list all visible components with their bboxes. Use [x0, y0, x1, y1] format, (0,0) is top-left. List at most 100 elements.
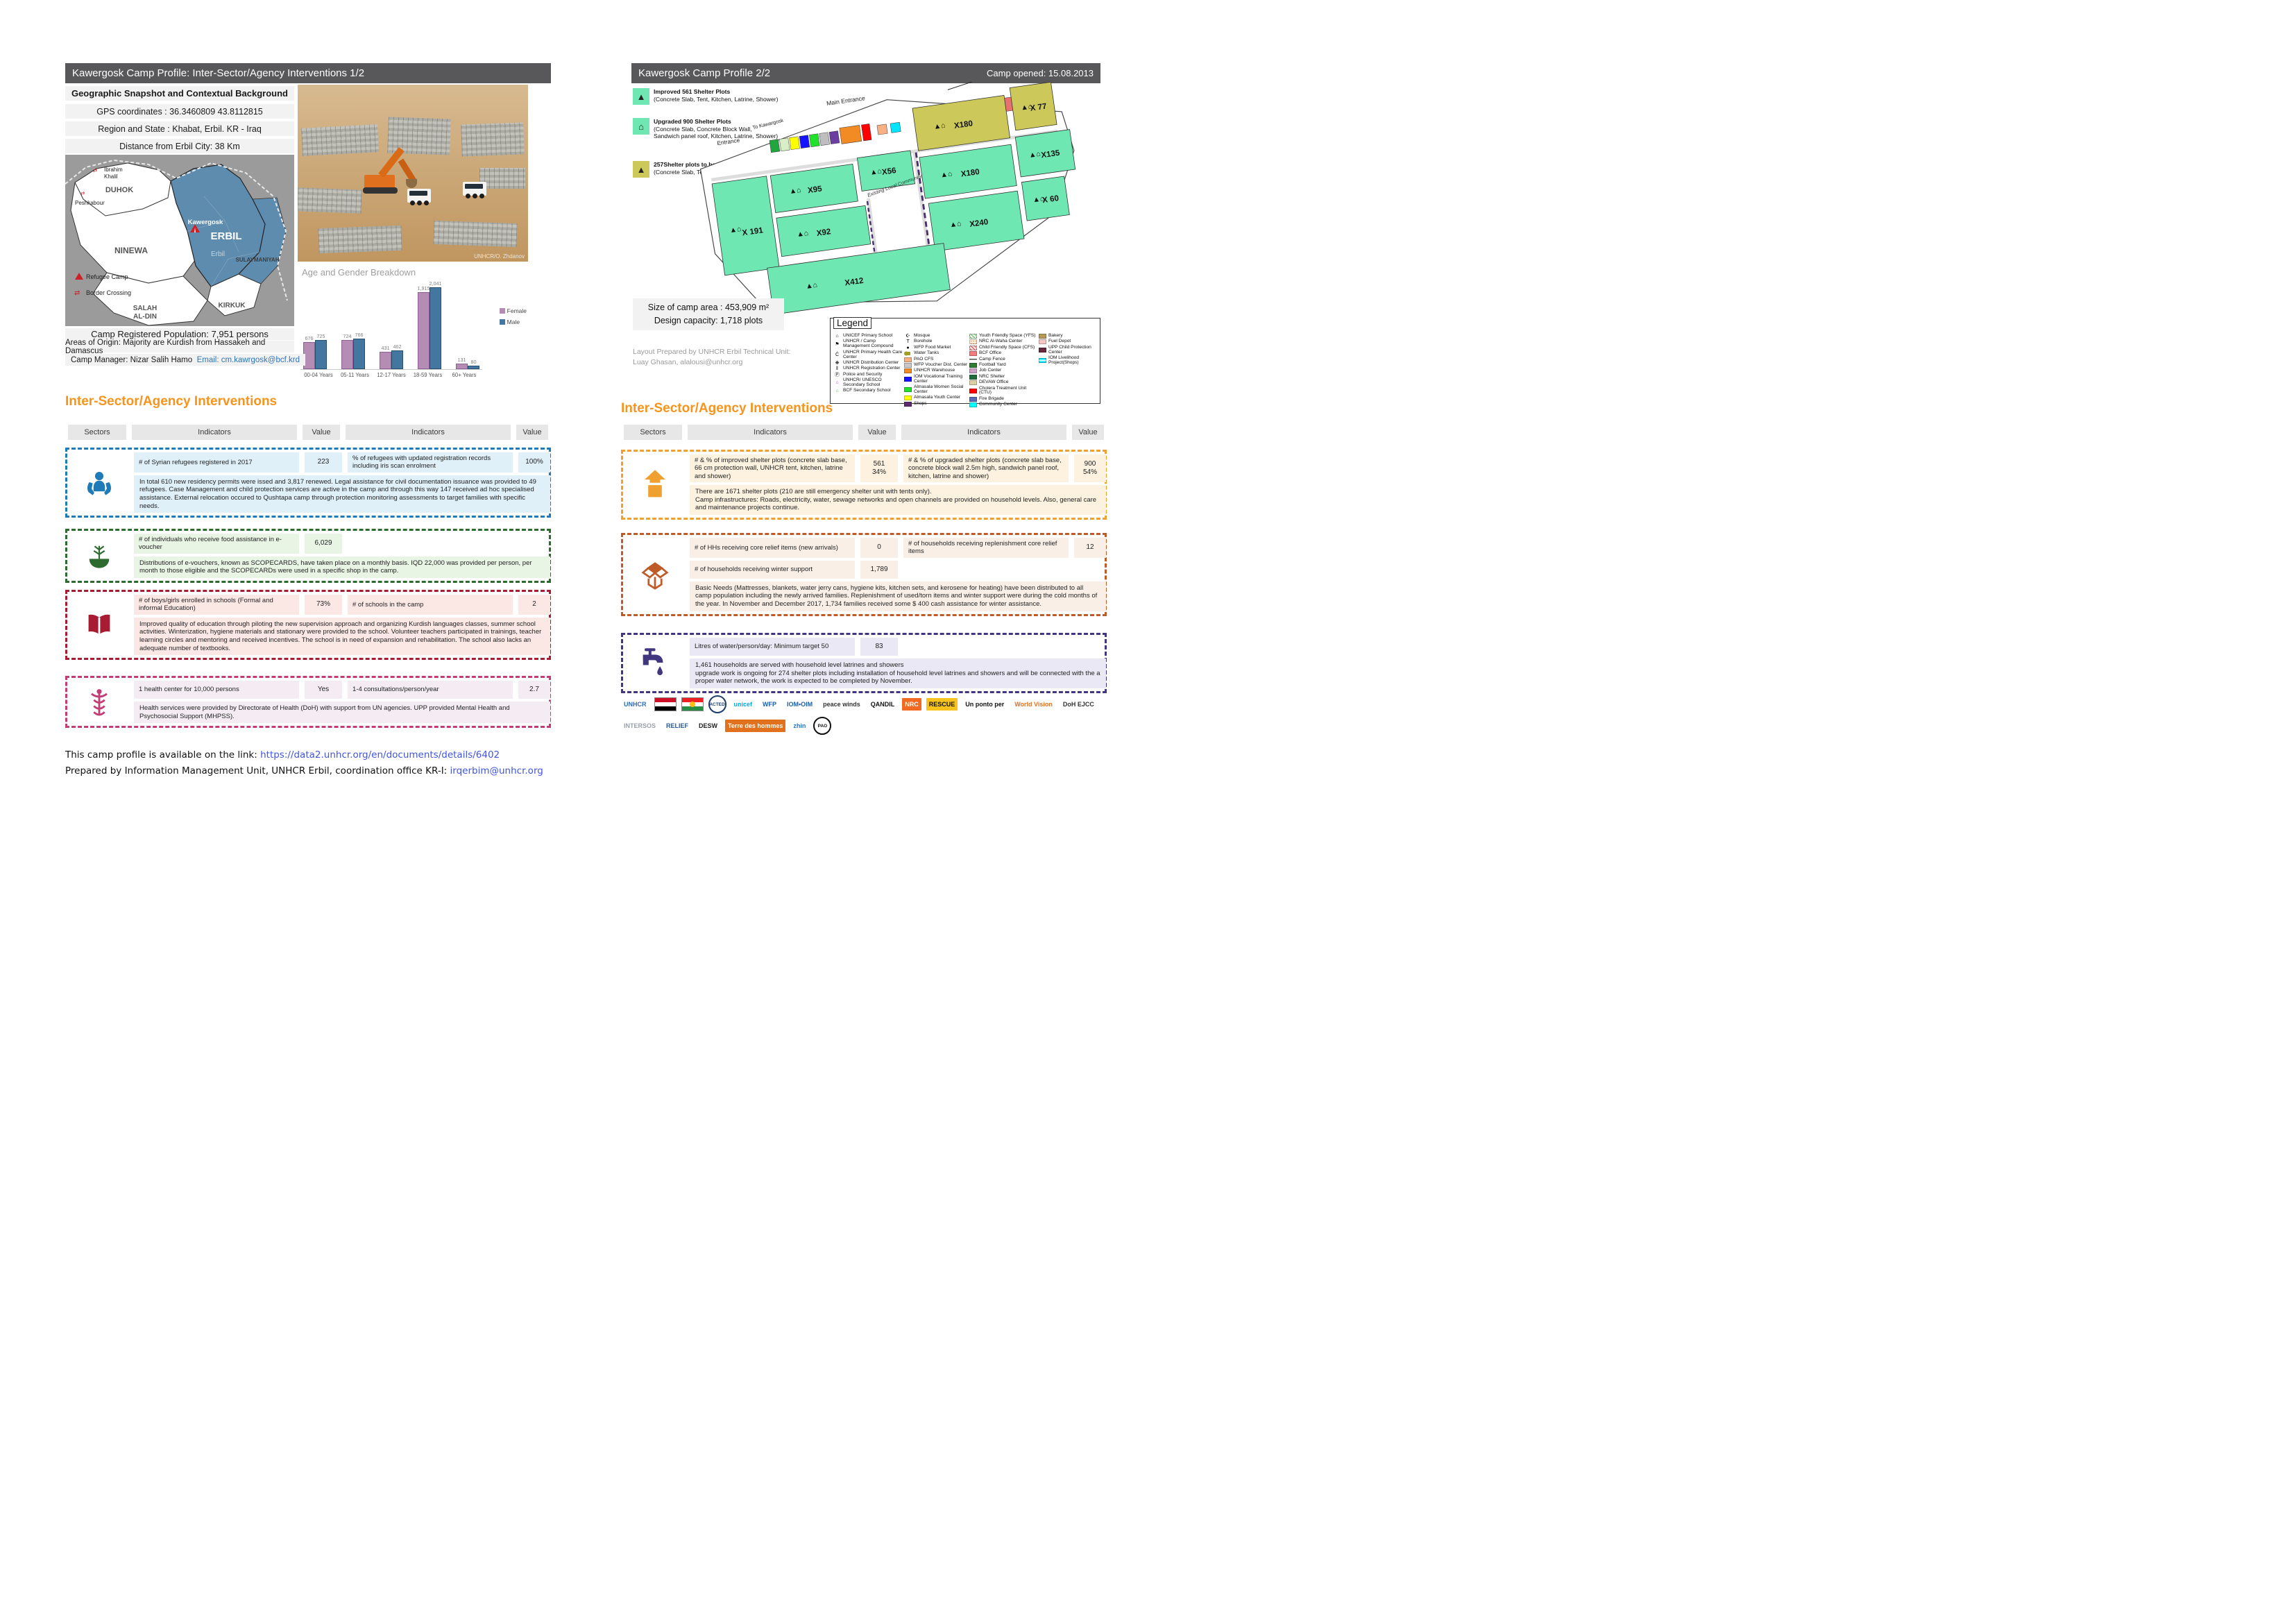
- kawergosk-label: Kawergosk: [188, 219, 223, 226]
- info-row: Distance from Erbil City: 38 Km: [65, 139, 294, 153]
- sulaymaniyah-label: SULAYMANIYAH: [236, 257, 280, 263]
- legend-item-label: UPP Child Protection Center: [1048, 346, 1100, 355]
- footer-email-link[interactable]: irqerbim@unhcr.org: [450, 765, 543, 776]
- indicator-cell: # of individuals who receive food assist…: [134, 534, 299, 554]
- bar-value-label: 676: [305, 335, 314, 341]
- legend-item: ⚑UNHCR / Camp Management Compound: [833, 339, 903, 349]
- category-label: 60+ Years: [449, 372, 479, 378]
- legend-item: ⓅPolice and Security: [833, 373, 903, 377]
- truck-1: [407, 189, 431, 203]
- bar-value-label: 725: [317, 333, 325, 339]
- indicator-cell: % of refugees with updated registration …: [348, 452, 513, 473]
- chart-legend: FemaleMale: [500, 307, 527, 330]
- block-icons: ▲⌂: [729, 225, 742, 235]
- bar-male: 725: [315, 340, 327, 369]
- block-icons: ▲⌂: [869, 167, 882, 177]
- legend-item-label: Fire Brigade: [979, 397, 1004, 402]
- sector-section-basic-needs: # of HHs receiving core relief items (ne…: [621, 533, 1107, 616]
- to-kawargosk-label: To Kawargosk: [752, 117, 785, 130]
- legend-glyph-icon: ⌂: [833, 380, 841, 385]
- kurdistan-flag: [681, 697, 704, 711]
- camp-opened-label: Camp opened: 15.08.2013: [987, 68, 1094, 78]
- legend-item: ⌂UNHCR/ UNESCO Secondary School: [833, 378, 903, 388]
- iraq-flag: [654, 697, 677, 711]
- border-crossing-icon-2: ⇄: [80, 190, 85, 196]
- legend-item: Fuel Depot: [1039, 339, 1100, 344]
- legend-color-swatch: [904, 363, 912, 368]
- bar-group: 676725: [303, 340, 327, 369]
- truck-2: [463, 182, 486, 196]
- main-entrance-label: Main Entrance: [826, 94, 865, 107]
- map-legend-title: Legend: [833, 317, 871, 329]
- legend-item-label: UNHCR/ UNESCO Secondary School: [843, 378, 903, 388]
- facility-block-pao: [877, 124, 887, 135]
- chart-category-axis: 00-04 Years05-11 Years12-17 Years18-59 Y…: [300, 372, 482, 378]
- legend-color-swatch: [904, 357, 912, 362]
- partner-logo: WFP: [760, 698, 779, 711]
- legend-item: NRC Shelter: [969, 375, 1037, 380]
- legend-pattern-swatch: [969, 357, 977, 362]
- bar-value-label: 80: [471, 359, 477, 365]
- indicator-cell: # of households receiving winter support: [690, 561, 855, 579]
- page1-table-header: SectorsIndicatorsValueIndicatorsValue: [65, 425, 551, 440]
- chart-title: Age and Gender Breakdown: [302, 267, 416, 278]
- shelter-house-icon: [639, 468, 671, 500]
- legend-glyph-icon: T: [904, 339, 912, 344]
- legend-item: Job Center: [969, 368, 1037, 373]
- legend-item-label: PAO CFS: [914, 357, 933, 362]
- khalil-label: Khalil: [104, 173, 118, 180]
- photo-credit: UNHCR/O. Zhdanov: [474, 253, 525, 260]
- sector-note: Health services were provided by Directo…: [134, 702, 550, 723]
- partner-logo: World Vision: [1012, 698, 1055, 711]
- camp-manager-email-link[interactable]: Email: cm.kawrgosk@bcf.krd: [197, 356, 300, 364]
- legend-pattern-swatch: [969, 346, 977, 350]
- legend-item: TBorehole: [904, 339, 968, 344]
- excavator: [364, 151, 427, 193]
- tent-icon: ▲: [633, 88, 649, 105]
- legend-item-label: BCF Secondary School: [843, 389, 891, 393]
- legend-item-label: Police and Security: [843, 373, 882, 377]
- legend-color-swatch: [904, 368, 912, 373]
- sector-section-wash: Litres of water/person/day: Minimum targ…: [621, 633, 1107, 693]
- block-icons: ▲⌂: [805, 281, 817, 291]
- legend-item: WFP Voucher Dist. Center: [904, 363, 968, 368]
- partner-logo: peace winds: [820, 698, 863, 711]
- value-cell: 223: [305, 452, 342, 473]
- legend-item: Fire Brigade: [969, 397, 1037, 402]
- legend-item: Cholera Treatment Unit (CTU): [969, 386, 1037, 396]
- indicator-cell: # & % of upgraded shelter plots (concret…: [903, 454, 1069, 482]
- bar-male: 2,041: [430, 287, 441, 369]
- indicator-cell: 1 health center for 10,000 persons: [134, 681, 299, 699]
- water-tap-icon: [639, 647, 671, 679]
- legend-color-swatch: [969, 351, 977, 356]
- chart-plot-area: 6767257247664314621,9152,04113180: [300, 284, 482, 370]
- indicator-cell: 1-4 consultations/person/year: [348, 681, 513, 699]
- column-header: Indicators: [346, 425, 511, 440]
- legend-item-label: UNHCR Registration Center: [843, 366, 900, 371]
- column-header: Value: [516, 425, 548, 440]
- legend-item-label: Bakery: [1048, 334, 1063, 339]
- legend-color-swatch: [1039, 348, 1046, 352]
- legend-color-swatch: [904, 402, 912, 407]
- value-cell: 561 34%: [860, 454, 898, 482]
- facility-block: [769, 139, 780, 153]
- bar-value-label: 724: [343, 333, 352, 339]
- column-header: Sectors: [624, 425, 682, 440]
- indicator-cell: # of schools in the camp: [348, 595, 513, 615]
- footer-link-line: This camp profile is available on the li…: [65, 749, 500, 760]
- legend-item-label: Fuel Depot: [1048, 339, 1071, 344]
- construction-photo: UNHCR/O. Zhdanov: [298, 85, 528, 262]
- legend-color-swatch: [1039, 339, 1046, 344]
- partner-logo: RELIEF: [663, 720, 691, 732]
- legend-item: IOM Livelihood Project(Shops): [1039, 356, 1100, 366]
- duhok-label: DUHOK: [105, 186, 133, 194]
- legend-item-label: NRC Al-Waha Center: [979, 339, 1022, 344]
- legend-item: Camp Fence: [969, 357, 1037, 362]
- legend-item: ‖UNHCR Registration Center: [833, 366, 903, 371]
- profile-link[interactable]: https://data2.unhcr.org/en/documents/det…: [260, 749, 500, 760]
- legend-item-label: WFP Food Market: [914, 346, 951, 350]
- legend-item: PAO CFS: [904, 357, 968, 362]
- value-cell: 2.7: [518, 681, 550, 699]
- legend-item: ●WFP Food Market: [904, 346, 968, 350]
- open-book-icon: [84, 610, 114, 640]
